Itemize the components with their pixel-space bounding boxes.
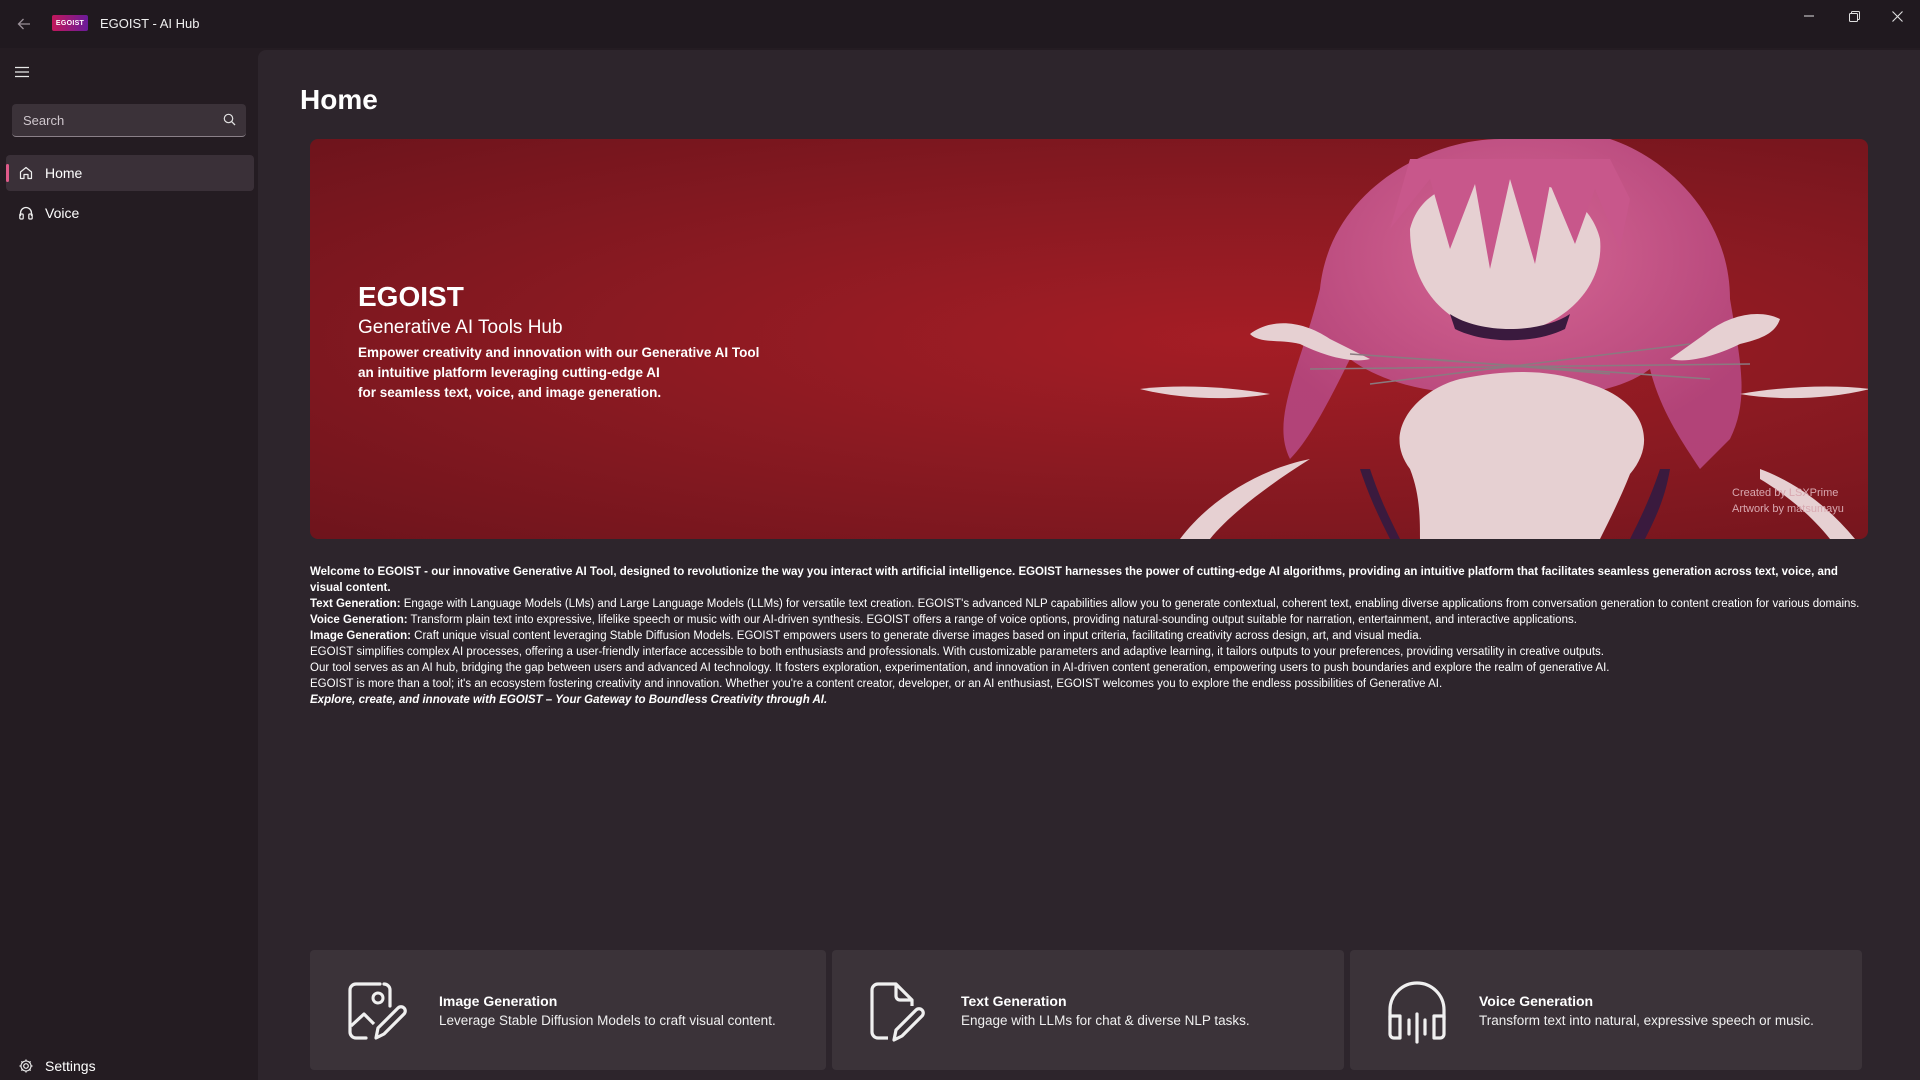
search-icon[interactable] [223,113,236,126]
about-label: Text Generation: [310,598,401,610]
card-description: Leverage Stable Diffusion Models to craf… [439,1013,776,1028]
hero-subtitle: Generative AI Tools Hub [358,317,563,338]
sidebar-item-label: Voice [45,205,80,221]
card-description: Transform text into natural, expressive … [1479,1013,1814,1028]
main-content: Home EGOIST Generative AI Tools Hub Empo… [258,50,1920,1080]
credit-creator: Created by LSXPrime [1732,487,1839,499]
card-title: Voice Generation [1479,993,1594,1009]
sidebar-item-voice[interactable]: Voice [6,195,254,231]
window-title: EGOIST - AI Hub [100,16,200,31]
card-title: Text Generation [961,993,1067,1009]
restore-icon [1848,10,1860,22]
credit-artwork: Artwork by matsumayu [1732,503,1844,515]
feature-cards: Image Generation Leverage Stable Diffusi… [310,950,1868,1070]
card-description: Engage with LLMs for chat & diverse NLP … [961,1013,1250,1028]
about-body: Transform plain text into expressive, li… [407,614,1577,626]
about-label: Voice Generation: [310,614,408,626]
minimize-icon [1804,15,1814,17]
about-image-generation: Image Generation: Craft unique visual co… [310,628,1868,644]
search-placeholder: Search [23,113,65,128]
headphones-icon [19,206,33,220]
hero-desc-line: for seamless text, voice, and image gene… [358,385,662,400]
about-paragraph: EGOIST is more than a tool; it's an ecos… [310,678,1443,690]
card-text-generation[interactable]: Text Generation Engage with LLMs for cha… [832,950,1344,1070]
app-logo: EGOIST [52,15,88,31]
about-text: Welcome to EGOIST - our innovative Gener… [310,564,1868,708]
about-text-generation: Text Generation: Engage with Language Mo… [310,596,1868,612]
hero-desc-line: Empower creativity and innovation with o… [358,345,760,360]
image-edit-icon [348,982,407,1040]
gear-icon [19,1059,33,1073]
minimize-button[interactable] [1786,0,1832,32]
about-intro: Welcome to EGOIST - our innovative Gener… [310,566,1838,594]
active-indicator [6,164,9,182]
sidebar: Search Home Voice Settings [0,48,258,1080]
hero-artwork [1140,139,1868,539]
hero-description: Empower creativity and innovation with o… [358,343,759,403]
about-label: Image Generation: [310,630,411,642]
title-bar: EGOIST EGOIST - AI Hub [0,0,1920,48]
headphones-wave-icon [1388,981,1446,1044]
arrow-left-icon [17,18,30,30]
menu-toggle-button[interactable] [8,58,36,86]
hero-title: EGOIST [358,281,464,312]
card-voice-generation[interactable]: Voice Generation Transform text into nat… [1350,950,1862,1070]
back-button[interactable] [12,12,36,36]
close-button[interactable] [1874,0,1920,32]
sidebar-item-home[interactable]: Home [6,155,254,191]
about-voice-generation: Voice Generation: Transform plain text i… [310,612,1868,628]
close-icon [1891,10,1903,22]
card-image-generation[interactable]: Image Generation Leverage Stable Diffusi… [310,950,826,1070]
hero-desc-line: an intuitive platform leveraging cutting… [358,365,660,380]
home-icon [19,166,33,180]
about-closing: Explore, create, and innovate with EGOIS… [310,694,828,706]
about-body: Engage with Language Models (LMs) and La… [400,598,1860,610]
card-title: Image Generation [439,993,558,1009]
page-title: Home [300,84,378,115]
hamburger-icon [15,66,29,78]
sidebar-item-label: Settings [45,1058,96,1074]
document-edit-icon [870,982,925,1042]
search-input[interactable]: Search [12,104,246,137]
about-paragraph: EGOIST simplifies complex AI processes, … [310,646,1604,658]
sidebar-item-label: Home [45,165,83,181]
restore-button[interactable] [1831,0,1877,32]
sidebar-item-settings[interactable]: Settings [6,1048,254,1080]
hero-credit: Created by LSXPrime Artwork by matsumayu [1732,485,1844,517]
hero-banner: EGOIST Generative AI Tools Hub Empower c… [310,139,1868,539]
about-body: Craft unique visual content leveraging S… [410,630,1422,642]
about-paragraph: Our tool serves as an AI hub, bridging t… [310,662,1610,674]
